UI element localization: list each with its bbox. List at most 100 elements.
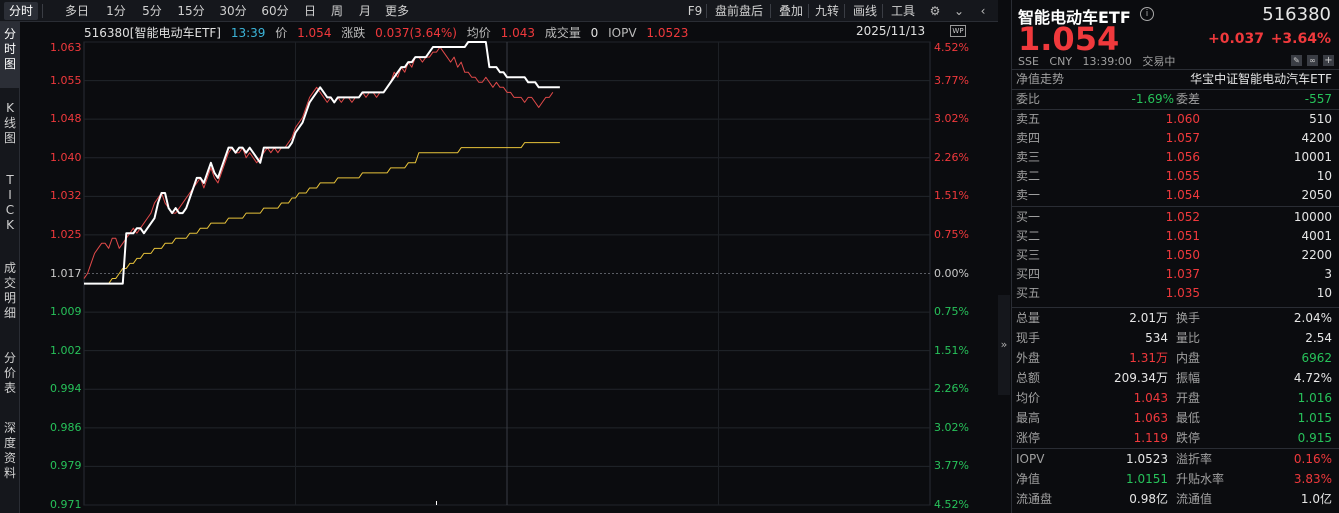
left-tab-2[interactable]: T I C K (0, 168, 20, 248)
chevron-left-icon[interactable]: ‹ (974, 2, 992, 20)
bids-volume: 10000 (1293, 210, 1332, 224)
bids-volume: 4001 (1301, 229, 1332, 243)
series-line-1 (83, 46, 554, 279)
y-tick-left: 1.048 (50, 112, 82, 126)
chevron-down-icon[interactable]: ⌄ (950, 2, 968, 20)
y-tick-left: 1.025 (50, 227, 82, 241)
bids-row[interactable]: 买五 1.035 10 (1012, 284, 1339, 303)
chart-change-value: 0.037(3.64%) (375, 26, 457, 40)
stat-value: 534 (1145, 331, 1168, 345)
chart-change-label: 涨跌 (341, 26, 366, 40)
chart-volume-label: 成交量 (544, 26, 581, 40)
bids-row[interactable]: 买三 1.050 2200 (1012, 246, 1339, 265)
y-tick-right: 0.75% (934, 305, 969, 319)
toolbar-tab-0[interactable]: 分时 (4, 2, 38, 20)
bids-volume: 3 (1324, 267, 1332, 281)
chart-code-name: 516380[智能电动车ETF] (84, 26, 221, 40)
toolbar-divider (808, 4, 809, 18)
toolbar-tab-9[interactable]: 月 (354, 2, 376, 20)
toolbar-tab-3[interactable]: 5分 (138, 2, 166, 20)
left-tab-5[interactable]: 深 度 资 料 (0, 416, 20, 500)
toolbar-tab-1[interactable]: 多日 (60, 2, 94, 20)
toolbar-divider (882, 4, 883, 18)
toolbar-tool-4[interactable]: 画线 (850, 2, 880, 20)
asks-row[interactable]: 卖五 1.060 510 (1012, 110, 1339, 129)
stats-row: 总额 209.34万 振幅 4.72% (1012, 369, 1339, 388)
left-tab-1[interactable]: K 线 图 (0, 96, 20, 162)
stat-value: 1.016 (1297, 391, 1332, 405)
bids-row[interactable]: 买一 1.052 10000 (1012, 208, 1339, 227)
y-tick-left: 1.040 (50, 150, 82, 164)
asks-row[interactable]: 卖四 1.057 4200 (1012, 129, 1339, 148)
asks-row[interactable]: 卖二 1.055 10 (1012, 167, 1339, 186)
toolbar-tool-2[interactable]: 叠加 (776, 2, 806, 20)
stat-label: 升贴水率 (1176, 472, 1225, 486)
stats-row: 最高 1.063 最低 1.015 (1012, 409, 1339, 428)
stat-value: 209.34万 (1114, 371, 1168, 385)
wp-badge[interactable]: WP (950, 25, 966, 37)
chart-time: 13:39 (230, 26, 266, 40)
asks-label: 卖五 (1016, 112, 1041, 126)
toolbar-tool-0[interactable]: F9 (686, 2, 704, 20)
bids-price: 1.052 (1165, 210, 1200, 224)
stat-label: 均价 (1016, 391, 1041, 405)
chart-date: 2025/11/13 (856, 24, 926, 38)
toolbar-tool-3[interactable]: 九转 (812, 2, 842, 20)
left-tab-0[interactable]: 分 时 图 (0, 22, 20, 88)
left-tab-4[interactable]: 分 价 表 (0, 346, 20, 408)
y-tick-right: 3.77% (934, 73, 969, 87)
y-tick-right: 3.02% (934, 420, 969, 434)
toolbar-tab-5[interactable]: 30分 (216, 2, 250, 20)
stat-label: 溢折率 (1176, 452, 1213, 466)
stat-label: 外盘 (1016, 351, 1041, 365)
stats2-row: 净值 1.0151 升贴水率 3.83% (1012, 470, 1339, 489)
stat-value: 1.119 (1133, 431, 1168, 445)
y-tick-left: 1.032 (50, 189, 82, 203)
left-tab-3[interactable]: 成 交 明 细 (0, 256, 20, 338)
stats-row: 涨停 1.119 跌停 0.915 (1012, 429, 1339, 448)
y-tick-left: 0.994 (50, 382, 82, 396)
collapse-panel-button[interactable]: » (998, 295, 1010, 395)
toolbar-tab-8[interactable]: 周 (326, 2, 348, 20)
nav-trend-link[interactable]: 净值走势 (1016, 70, 1064, 89)
stat-label: 流通盘 (1016, 492, 1053, 506)
add-icon[interactable]: + (1323, 55, 1334, 66)
market-meta: SSE CNY 13:39:00 交易中 (1018, 55, 1176, 68)
asks-row[interactable]: 卖一 1.054 2050 (1012, 186, 1339, 205)
y-tick-left: 0.986 (50, 420, 82, 434)
toolbar-tool-5[interactable]: 工具 (888, 2, 918, 20)
asks-volume: 10001 (1293, 150, 1332, 164)
link-icon[interactable]: ∞ (1307, 55, 1318, 66)
toolbar-tab-7[interactable]: 日 (300, 2, 320, 20)
toolbar-tab-6[interactable]: 60分 (258, 2, 292, 20)
asks-label: 卖一 (1016, 188, 1041, 202)
gear-icon[interactable]: ⚙ (926, 2, 944, 20)
chart-avg-label: 均价 (466, 26, 491, 40)
bids-row[interactable]: 买四 1.037 3 (1012, 265, 1339, 284)
y-tick-right: 0.75% (934, 227, 969, 241)
edit-icon[interactable]: ✎ (1291, 55, 1302, 66)
asks-row[interactable]: 卖三 1.056 10001 (1012, 148, 1339, 167)
bids-row[interactable]: 买二 1.051 4001 (1012, 227, 1339, 246)
bids-label: 买三 (1016, 248, 1041, 262)
tracked-index-name: 华宝中证智能电动汽车ETF (1190, 72, 1332, 86)
price-change-pct: +3.64% (1270, 31, 1331, 47)
info-icon[interactable]: i (1140, 7, 1154, 21)
asks-volume: 4200 (1301, 131, 1332, 145)
asks-price: 1.056 (1165, 150, 1200, 164)
intraday-chart[interactable]: 516380[智能电动车ETF] 13:39 价 1.054 涨跌 0.037(… (20, 22, 978, 513)
stat-value: 1.0523 (1126, 452, 1168, 466)
asks-price: 1.057 (1165, 131, 1200, 145)
toolbar-tab-4[interactable]: 15分 (174, 2, 208, 20)
asks-volume: 510 (1309, 112, 1332, 126)
y-tick-right: 3.02% (934, 112, 969, 126)
toolbar-tab-10[interactable]: 更多 (382, 2, 412, 20)
bids-label: 买四 (1016, 267, 1041, 281)
toolbar-tool-1[interactable]: 盘前盘后 (710, 2, 768, 20)
stats-row: 现手 534 量比 2.54 (1012, 329, 1339, 348)
stat-label: 跌停 (1176, 431, 1201, 445)
stat-value: 1.043 (1133, 391, 1168, 405)
toolbar-tab-2[interactable]: 1分 (102, 2, 130, 20)
y-tick-right: 4.52% (934, 498, 969, 511)
stat-label: 最低 (1176, 411, 1201, 425)
